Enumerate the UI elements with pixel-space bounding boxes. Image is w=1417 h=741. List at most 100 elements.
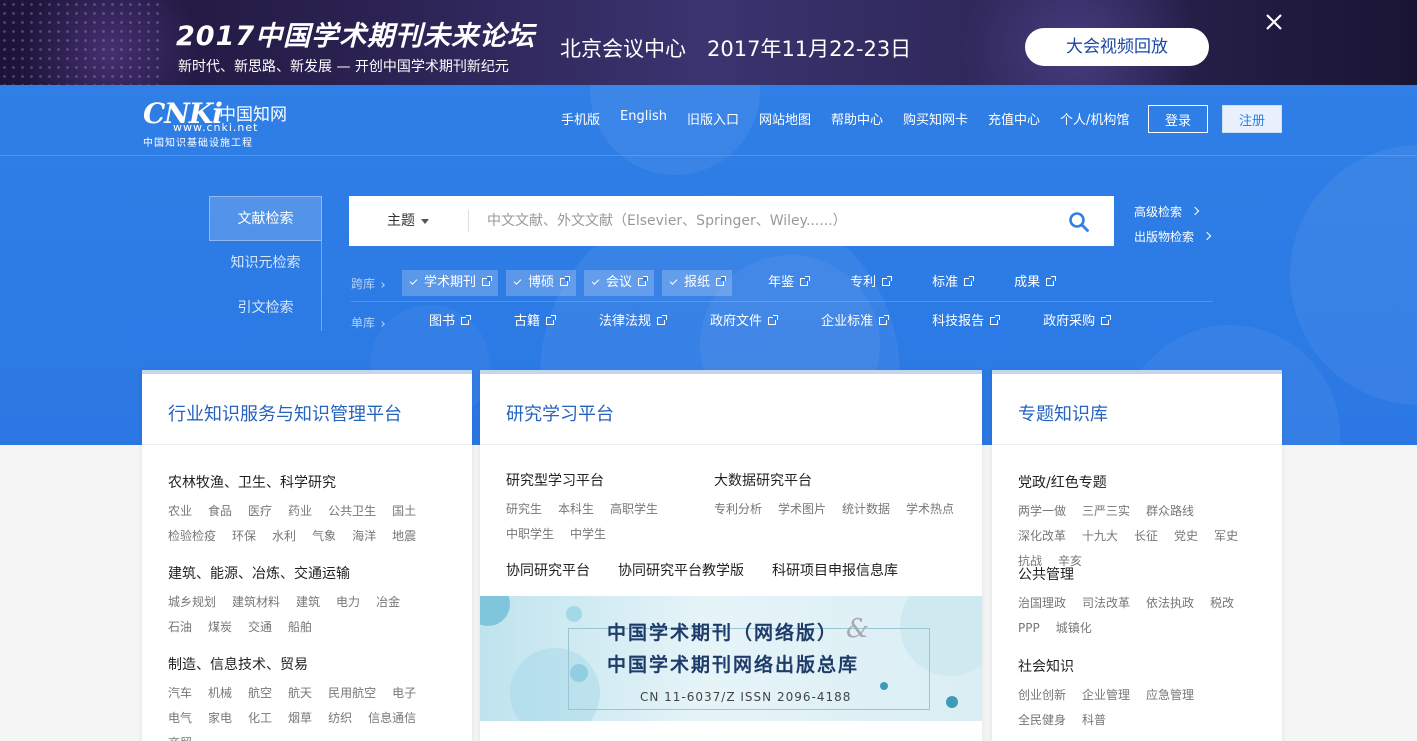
- db-gov-docs[interactable]: 政府文件: [710, 309, 779, 335]
- db-yearbook[interactable]: 年鉴: [768, 270, 811, 296]
- db-tech-reports[interactable]: 科技报告: [932, 309, 1001, 335]
- collab-teaching-link[interactable]: 协同研究平台教学版: [618, 560, 744, 580]
- tag-link[interactable]: 医疗: [248, 499, 272, 523]
- tag-link[interactable]: 地震: [392, 524, 416, 548]
- tag-link[interactable]: 国土: [392, 499, 416, 523]
- tag-link[interactable]: 三严三实: [1082, 499, 1130, 523]
- db-gov-procurement[interactable]: 政府采购: [1043, 309, 1112, 335]
- tag-link[interactable]: 水利: [272, 524, 296, 548]
- db-achievement[interactable]: 成果: [1014, 270, 1057, 296]
- tag-link[interactable]: 深化改革: [1018, 524, 1066, 548]
- card-title[interactable]: 研究学习平台: [506, 400, 614, 426]
- tag-link[interactable]: 统计数据: [842, 497, 890, 521]
- tab-citation-search[interactable]: 引文检索: [209, 286, 322, 331]
- tag-link[interactable]: 环保: [232, 524, 256, 548]
- tag-link[interactable]: 企业管理: [1082, 683, 1130, 707]
- tag-link[interactable]: 煤炭: [208, 615, 232, 639]
- tag-link[interactable]: 司法改革: [1082, 591, 1130, 615]
- tag-link[interactable]: 应急管理: [1146, 683, 1194, 707]
- tag-link[interactable]: 军史: [1214, 524, 1238, 548]
- tag-link[interactable]: 农业: [168, 499, 192, 523]
- tag-link[interactable]: 两学一做: [1018, 499, 1066, 523]
- db-ancient-books[interactable]: 古籍: [514, 309, 557, 335]
- nav-english[interactable]: English: [620, 109, 667, 128]
- nav-help[interactable]: 帮助中心: [831, 109, 883, 128]
- tag-link[interactable]: 城乡规划: [168, 590, 216, 614]
- tag-link[interactable]: 研究生: [506, 497, 542, 521]
- event-banner[interactable]: 2017中国学术期刊未来论坛 新时代、新思路、新发展 — 开创中国学术期刊新纪元…: [0, 0, 1417, 85]
- tag-link[interactable]: 烟草: [288, 706, 312, 730]
- tag-link[interactable]: 药业: [288, 499, 312, 523]
- tag-link[interactable]: 石油: [168, 615, 192, 639]
- nav-personal[interactable]: 个人/机构馆: [1060, 109, 1129, 128]
- search-input[interactable]: [487, 196, 1047, 246]
- close-icon[interactable]: [1262, 10, 1286, 34]
- nav-mobile[interactable]: 手机版: [561, 109, 600, 128]
- tag-link[interactable]: 党史: [1174, 524, 1198, 548]
- project-application-link[interactable]: 科研项目申报信息库: [772, 560, 898, 580]
- db-laws[interactable]: 法律法规: [599, 309, 668, 335]
- video-replay-button[interactable]: 大会视频回放: [1025, 28, 1209, 66]
- register-button[interactable]: 注册: [1222, 105, 1282, 133]
- cnki-logo[interactable]: CNKi 中国知网 www.cnki.net 中国知识基础设施工程: [143, 97, 293, 149]
- tag-link[interactable]: 机械: [208, 681, 232, 705]
- group-title[interactable]: 社会知识: [1018, 656, 1268, 676]
- tag-link[interactable]: 民用航空: [328, 681, 376, 705]
- group-title[interactable]: 大数据研究平台: [714, 470, 974, 490]
- group-title[interactable]: 制造、信息技术、贸易: [168, 654, 448, 674]
- tab-knowledge-search[interactable]: 知识元检索: [209, 241, 322, 286]
- group-title[interactable]: 建筑、能源、冶炼、交通运输: [168, 563, 448, 583]
- tag-link[interactable]: 建筑: [296, 590, 320, 614]
- tag-link[interactable]: 本科生: [558, 497, 594, 521]
- nav-sitemap[interactable]: 网站地图: [759, 109, 811, 128]
- tag-link[interactable]: 高职学生: [610, 497, 658, 521]
- journal-promo-banner[interactable]: 中国学术期刊（网络版） & 中国学术期刊网络出版总库 CN 11-6037/Z …: [480, 596, 982, 721]
- tag-link[interactable]: 信息通信: [368, 706, 416, 730]
- db-enterprise-standards[interactable]: 企业标准: [821, 309, 890, 335]
- tag-link[interactable]: 食品: [208, 499, 232, 523]
- nav-old-version[interactable]: 旧版入口: [687, 109, 739, 128]
- tag-link[interactable]: 公共卫生: [328, 499, 376, 523]
- tag-link[interactable]: 学术热点: [906, 497, 954, 521]
- db-books[interactable]: 图书: [429, 309, 472, 335]
- card-title[interactable]: 行业知识服务与知识管理平台: [168, 400, 402, 426]
- db-newspaper[interactable]: 报纸: [662, 270, 733, 296]
- tag-link[interactable]: 汽车: [168, 681, 192, 705]
- group-title[interactable]: 党政/红色专题: [1018, 472, 1268, 492]
- tag-link[interactable]: 海洋: [352, 524, 376, 548]
- tag-link[interactable]: 检验检疫: [168, 524, 216, 548]
- db-thesis[interactable]: 博硕: [506, 270, 577, 296]
- db-standard[interactable]: 标准: [932, 270, 975, 296]
- group-title[interactable]: 公共管理: [1018, 564, 1268, 584]
- tag-link[interactable]: 船舶: [288, 615, 312, 639]
- tag-link[interactable]: 中职学生: [506, 522, 554, 546]
- publication-search-link[interactable]: 出版物检索: [1134, 228, 1212, 245]
- tag-link[interactable]: PPP: [1018, 616, 1040, 640]
- tag-link[interactable]: 建筑材料: [232, 590, 280, 614]
- tag-link[interactable]: 长征: [1134, 524, 1158, 548]
- collab-platform-link[interactable]: 协同研究平台: [506, 560, 590, 580]
- tag-link[interactable]: 纺织: [328, 706, 352, 730]
- tag-link[interactable]: 中学生: [570, 522, 606, 546]
- tag-link[interactable]: 交通: [248, 615, 272, 639]
- search-field-select[interactable]: 主题: [387, 196, 429, 246]
- search-icon[interactable]: [1067, 210, 1091, 234]
- advanced-search-link[interactable]: 高级检索: [1134, 203, 1210, 220]
- tag-link[interactable]: 航空: [248, 681, 272, 705]
- db-journal[interactable]: 学术期刊: [402, 270, 499, 296]
- tag-link[interactable]: 税改: [1210, 591, 1234, 615]
- tag-link[interactable]: 治国理政: [1018, 591, 1066, 615]
- tag-link[interactable]: 化工: [248, 706, 272, 730]
- tag-link[interactable]: 电气: [168, 706, 192, 730]
- tag-link[interactable]: 电子: [392, 681, 416, 705]
- card-title[interactable]: 专题知识库: [1018, 400, 1108, 426]
- tag-link[interactable]: 依法执政: [1146, 591, 1194, 615]
- login-button[interactable]: 登录: [1148, 105, 1208, 133]
- tab-literature-search[interactable]: 文献检索: [209, 196, 322, 241]
- tag-link[interactable]: 电力: [336, 590, 360, 614]
- tag-link[interactable]: 冶金: [376, 590, 400, 614]
- db-conference[interactable]: 会议: [584, 270, 655, 296]
- tag-link[interactable]: 科普: [1082, 708, 1106, 732]
- tag-link[interactable]: 航天: [288, 681, 312, 705]
- tag-link[interactable]: 创业创新: [1018, 683, 1066, 707]
